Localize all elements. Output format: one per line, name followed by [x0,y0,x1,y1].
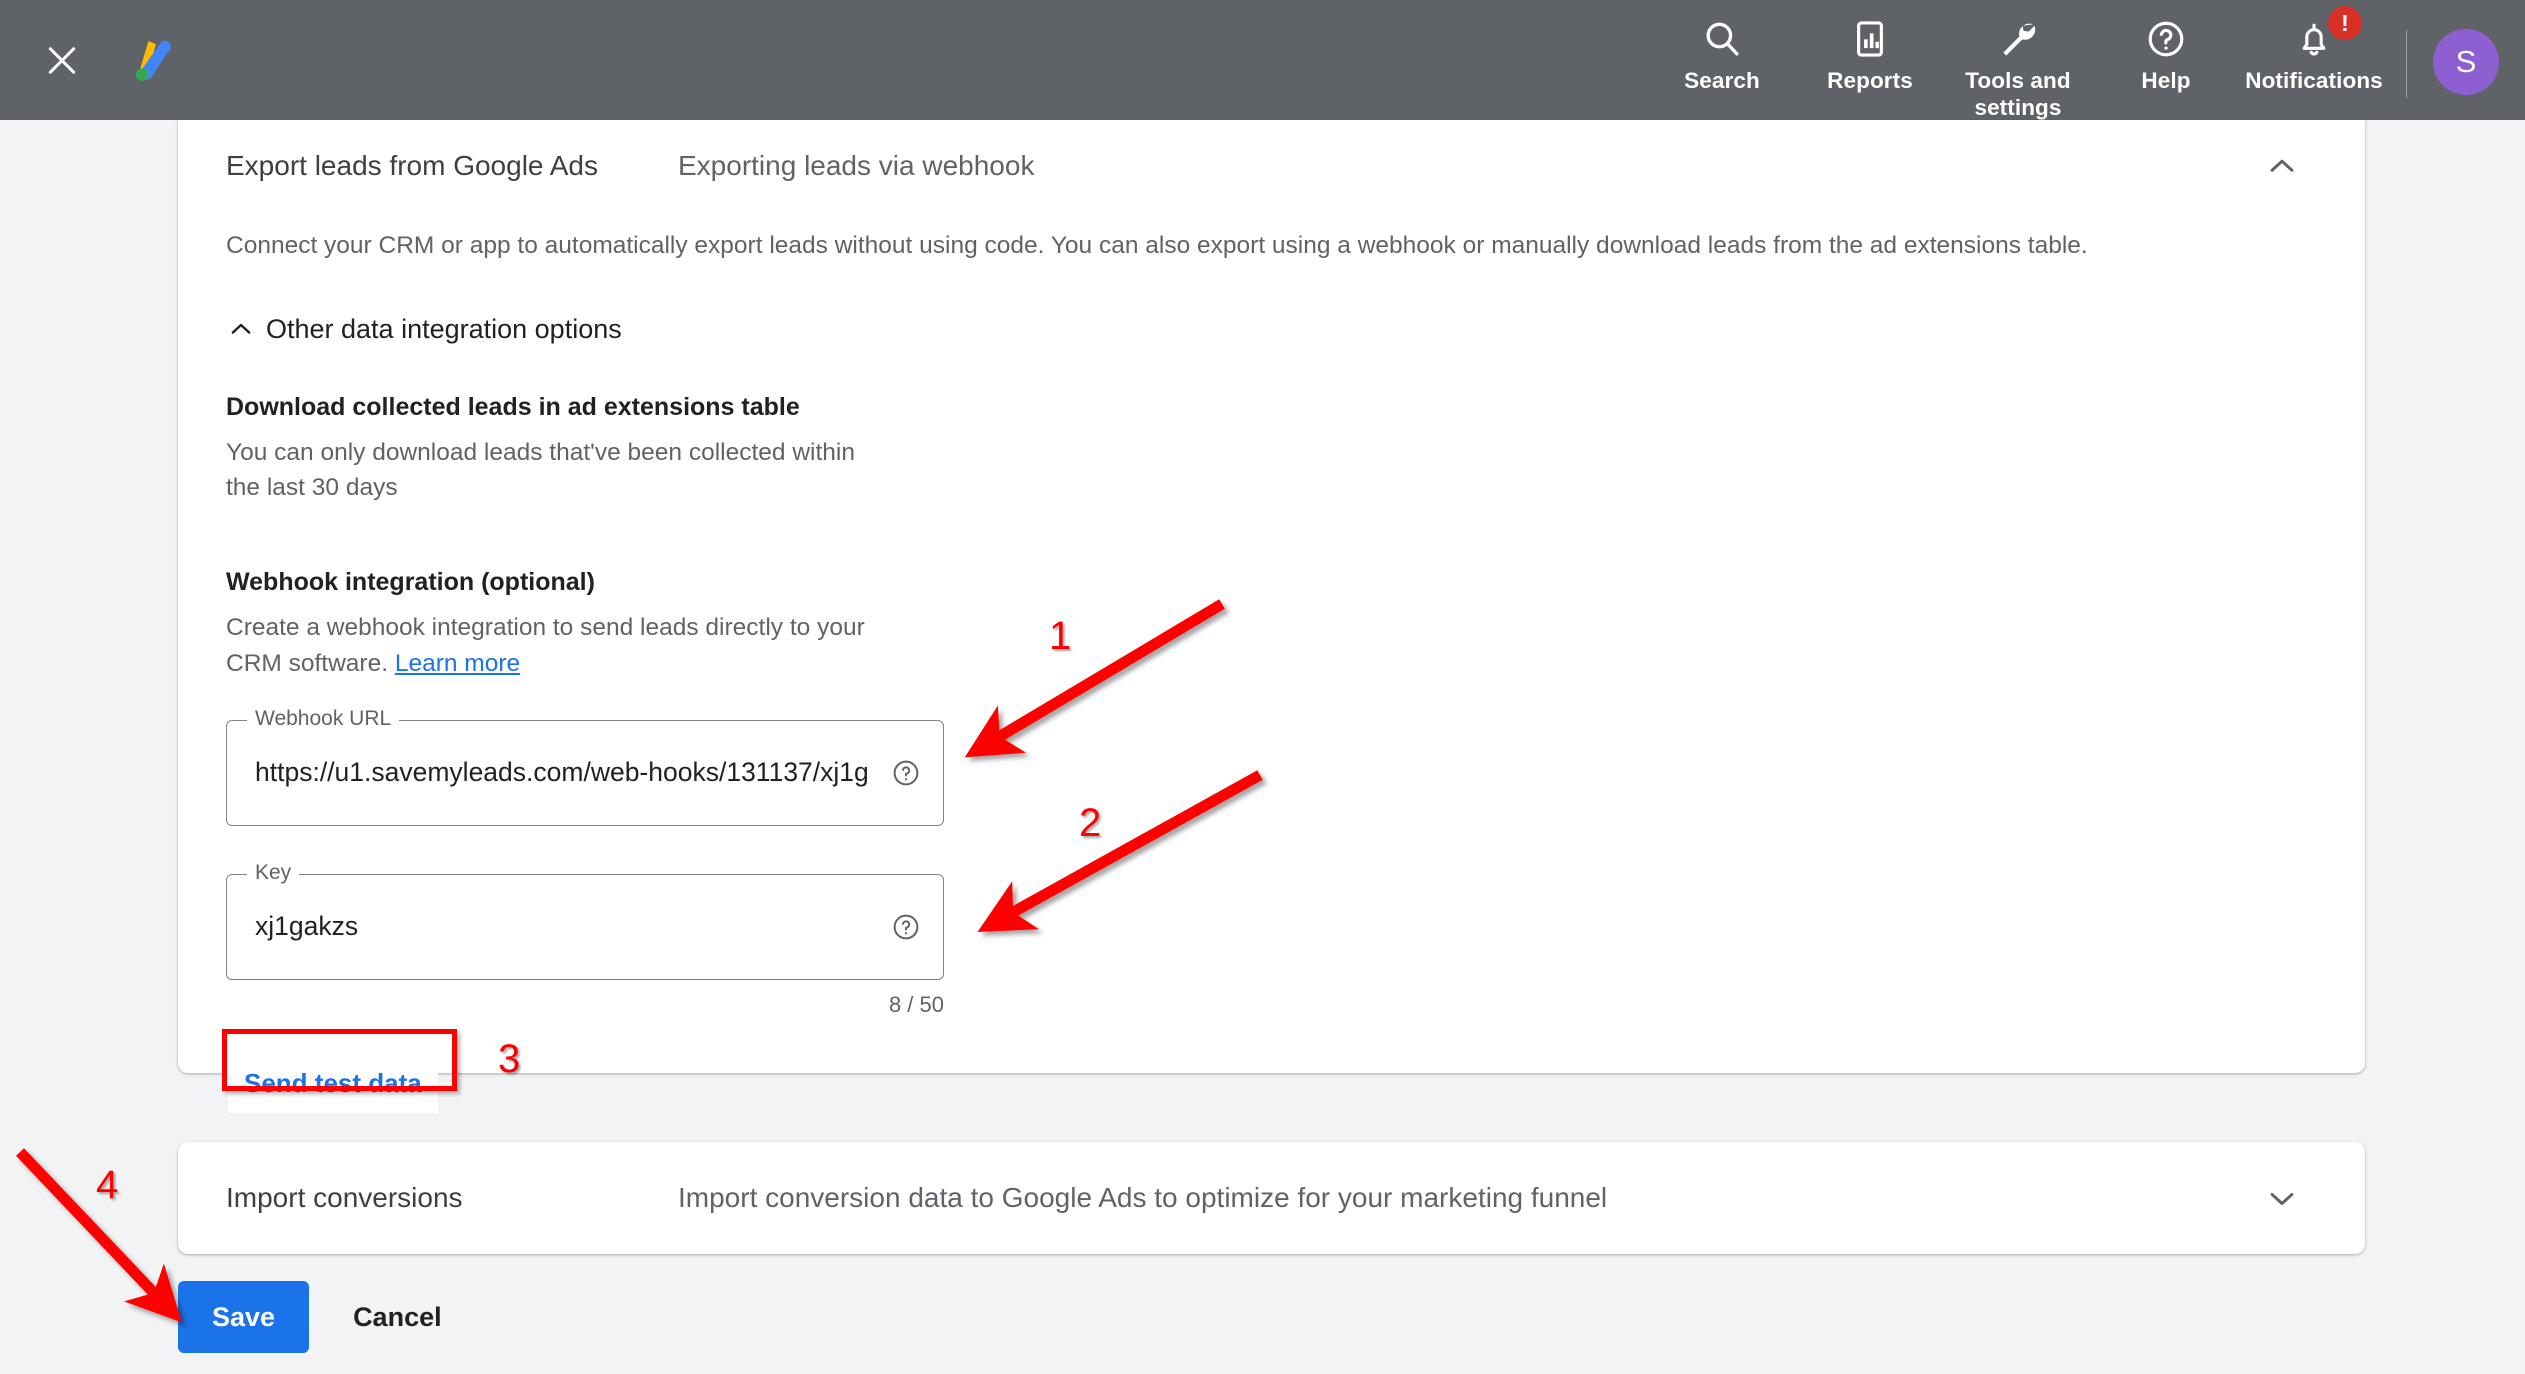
download-section-description: You can only download leads that've been… [226,438,855,502]
page-content: Export leads from Google Ads Exporting l… [0,120,2525,1374]
webhook-url-field-wrap: Webhook URL https://u1.savemyleads.com/w… [226,707,944,826]
import-conversions-card[interactable]: Import conversions Import conversion dat… [178,1142,2365,1254]
cancel-button[interactable]: Cancel [339,1281,456,1353]
export-leads-card-body: Connect your CRM or app to automatically… [178,228,2365,1113]
appbar-divider [2406,30,2407,98]
import-conversions-title: Import conversions [226,1182,463,1213]
nav-label-search: Search [1684,68,1760,93]
download-section-title: Download collected leads in ad extension… [226,392,800,421]
appbar-left-group [0,0,180,120]
nav-item-tools-and-settings[interactable]: Tools and settings [1944,8,2092,121]
tools-icon [1996,14,2040,64]
nav-item-search[interactable]: Search [1648,8,1796,95]
nav-label-help: Help [2141,68,2191,93]
export-leads-card-header[interactable]: Export leads from Google Ads Exporting l… [178,120,2365,212]
learn-more-link[interactable]: Learn more [395,650,520,677]
nav-item-notifications[interactable]: ! Notifications [2240,6,2388,95]
notification-badge: ! [2328,6,2362,40]
help-circle-icon[interactable] [891,758,921,788]
avatar[interactable]: S [2433,29,2499,95]
chevron-up-small-icon [226,314,256,344]
key-legend: Key [247,861,300,883]
webhook-url-legend: Webhook URL [247,707,400,729]
export-leads-card: Export leads from Google Ads Exporting l… [178,120,2365,1113]
key-field[interactable]: Key xj1gakzs [226,861,944,980]
other-data-integration-options-label: Other data integration options [266,313,622,344]
chevron-up-icon[interactable] [2265,149,2299,183]
intro-text: Connect your CRM or app to automatically… [226,232,2088,259]
nav-item-reports[interactable]: Reports [1796,8,1944,95]
webhook-url-field[interactable]: Webhook URL https://u1.savemyleads.com/w… [226,707,944,826]
other-data-integration-options-toggle[interactable]: Other data integration options [226,314,2317,345]
card-subtitle: Exporting leads via webhook [678,150,1035,181]
help-circle-icon[interactable] [891,912,921,942]
chevron-down-icon[interactable] [2265,1181,2299,1215]
search-icon [1701,14,1743,64]
key-character-counter: 8 / 50 [888,991,944,1017]
appbar-right-group: Search Reports Tools and settings Help !… [1648,0,2525,120]
nav-label-reports: Reports [1827,68,1913,93]
card-title: Export leads from Google Ads [226,150,598,181]
webhook-url-value: https://u1.savemyleads.com/web-hooks/131… [255,757,869,788]
save-button[interactable]: Save [178,1281,310,1353]
nav-item-help[interactable]: Help [2092,8,2240,95]
webhook-section-description: Create a webhook integration to send lea… [226,610,886,682]
nav-label-tools-and-settings: Tools and settings [1965,68,2071,120]
webhook-section-title: Webhook integration (optional) [226,568,595,597]
send-test-data-button[interactable]: Send test data [228,1053,438,1113]
webhook-section-description-text: Create a webhook integration to send lea… [226,614,865,677]
key-field-wrap: Key xj1gakzs 8 / 50 [226,861,944,1018]
google-ads-logo-icon [126,33,180,87]
key-value: xj1gakzs [255,911,359,942]
import-conversions-card-header[interactable]: Import conversions Import conversion dat… [178,1142,2365,1254]
top-app-bar: Search Reports Tools and settings Help !… [0,0,2525,120]
help-icon [2145,14,2187,64]
nav-label-notifications: Notifications [2245,68,2383,93]
form-footer: Save Cancel [178,1281,456,1353]
reports-icon [1849,14,1891,64]
import-conversions-subtitle: Import conversion data to Google Ads to … [678,1182,1608,1213]
close-icon[interactable] [40,38,84,82]
